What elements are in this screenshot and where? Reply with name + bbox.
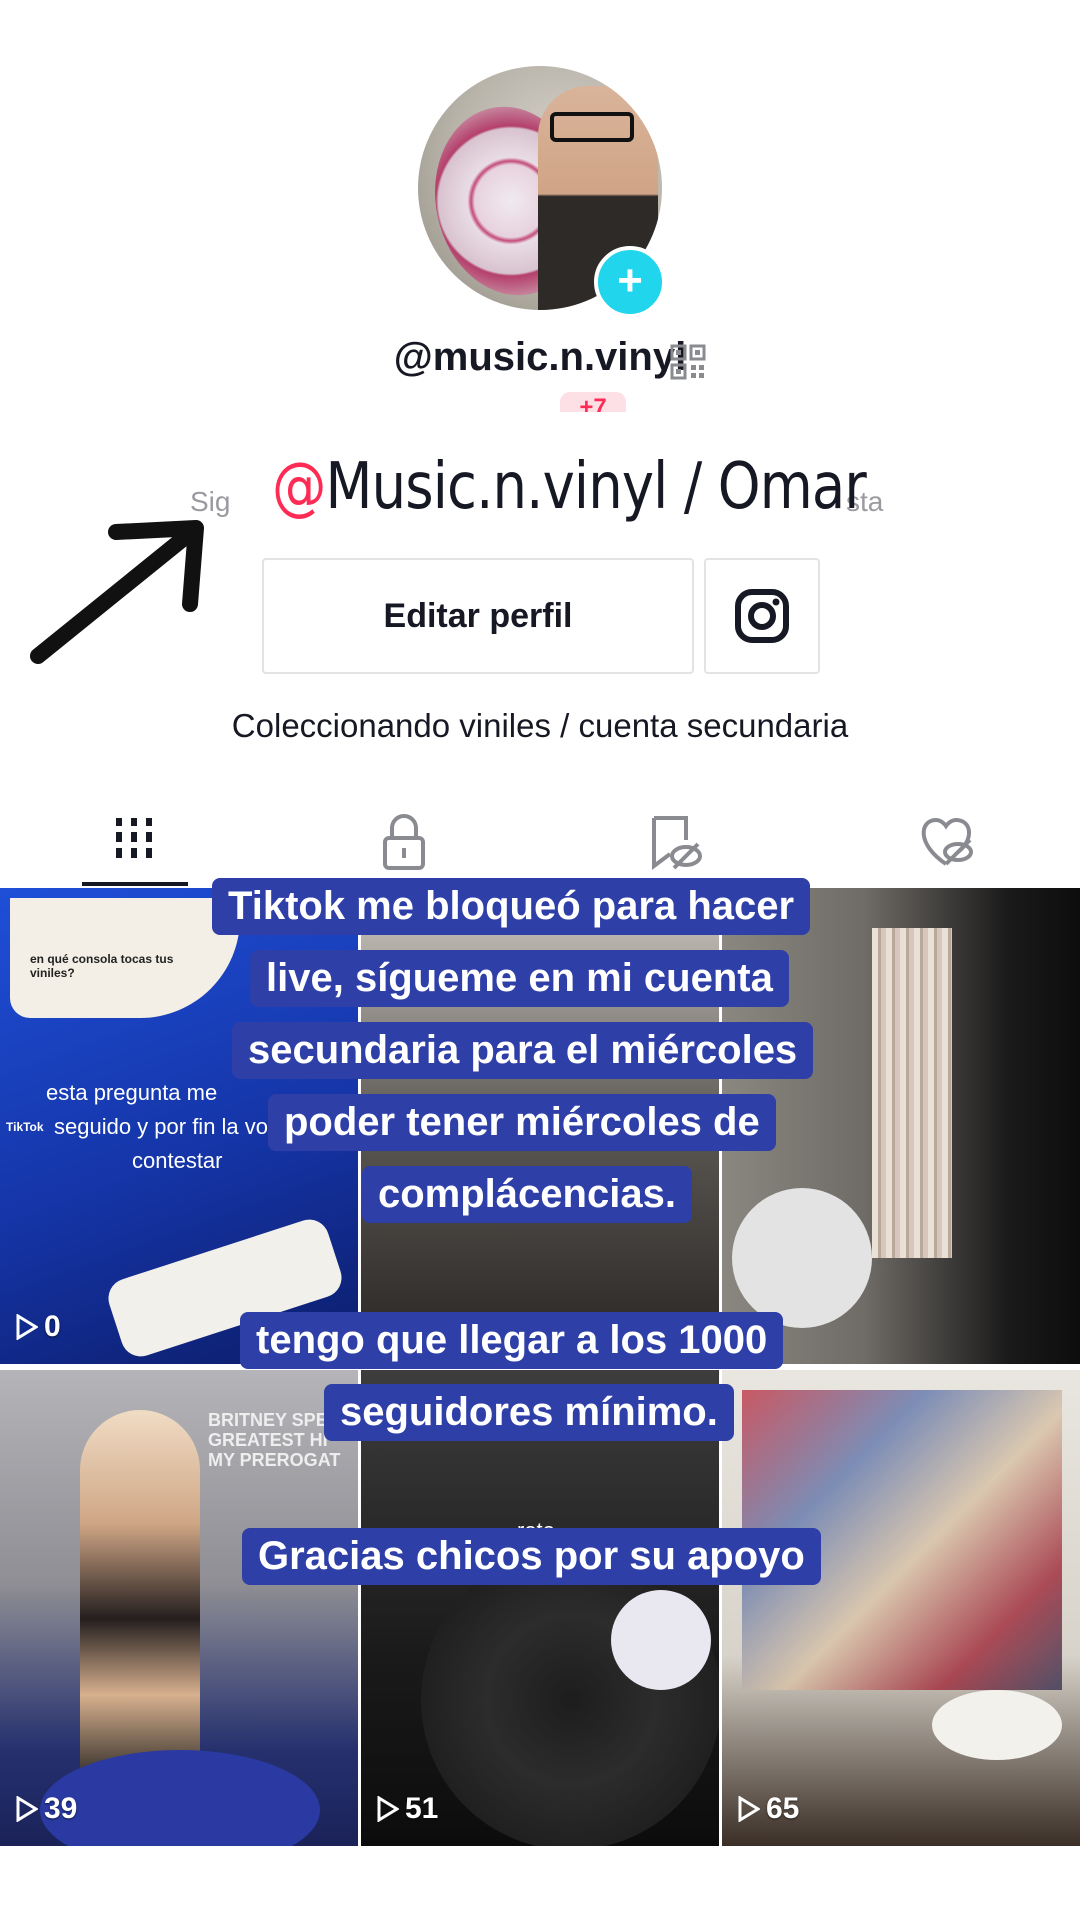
edit-profile-button[interactable]: Editar perfil — [262, 558, 694, 674]
reply-bubble-text: en qué consola tocas tus viniles? — [30, 952, 174, 980]
caption-line: poder tener miércoles de — [268, 1094, 776, 1151]
poster-figure — [80, 1410, 200, 1790]
username: @music.n.vinyl — [393, 335, 687, 379]
video-thumbnail-6[interactable]: 65 — [722, 1370, 1080, 1846]
lock-icon — [383, 814, 425, 870]
add-avatar-button[interactable]: + — [594, 246, 666, 318]
record-spines — [872, 928, 952, 1258]
play-icon — [16, 1796, 38, 1822]
tab-saved[interactable] — [624, 800, 724, 880]
video-text-line: seguido y por fin la vo — [54, 1114, 269, 1139]
vinyl-label — [611, 1590, 711, 1690]
turntable-image — [932, 1690, 1062, 1760]
instagram-icon — [735, 589, 789, 643]
caption-line: Gracias chicos por su apoyo — [242, 1528, 821, 1585]
tab-liked[interactable] — [896, 800, 996, 880]
video-thumbnail-4[interactable]: BRITNEY SPEA GREATEST HI MY PREROGAT 39 — [0, 1370, 358, 1846]
profile-bio: Coleccionando viniles / cuenta secundari… — [231, 707, 849, 744]
view-count: 39 — [16, 1792, 77, 1826]
play-icon — [377, 1796, 399, 1822]
view-count: 65 — [738, 1792, 799, 1826]
grid-icon — [116, 818, 152, 858]
at-symbol: @ — [272, 450, 326, 524]
reply-bubble: en qué consola tocas tus viniles? — [10, 898, 240, 1018]
tab-active-indicator — [82, 882, 188, 886]
tab-videos[interactable] — [84, 800, 184, 880]
view-count: 0 — [16, 1310, 61, 1344]
follow-count-badge: +7 — [560, 392, 626, 412]
caption-line: tengo que llegar a los 1000 — [240, 1312, 784, 1369]
caption-line: live, sígueme en mi cuenta — [250, 950, 789, 1007]
overlay-display-name: @Music.n.vinyl / Omar — [272, 450, 867, 524]
avatar-glasses — [550, 112, 634, 142]
instagram-button[interactable] — [704, 558, 820, 674]
overlay-display-name-text: Music.n.vinyl / Omar — [325, 450, 867, 524]
caption-line: Tiktok me bloqueó para hacer — [212, 878, 811, 935]
caption-line: complácencias. — [362, 1166, 692, 1223]
pointer-arrow-icon — [23, 513, 211, 671]
caption-line: secundaria para el miércoles — [232, 1022, 814, 1079]
video-thumbnail-5[interactable]: roto. 51 — [361, 1370, 719, 1846]
bookmark-hidden-icon — [652, 816, 702, 870]
play-icon — [738, 1796, 760, 1822]
tiktok-watermark: TikTok — [6, 1120, 44, 1134]
heart-hidden-icon — [921, 817, 973, 866]
tab-private[interactable] — [354, 800, 454, 880]
turntable-image — [732, 1188, 872, 1328]
qr-code-icon[interactable] — [670, 344, 706, 380]
video-text-line: esta pregunta me — [46, 1080, 218, 1105]
view-count: 51 — [377, 1792, 438, 1826]
video-text-line: contestar — [132, 1148, 223, 1173]
play-icon — [16, 1314, 38, 1340]
caption-line: seguidores mínimo. — [324, 1384, 734, 1441]
